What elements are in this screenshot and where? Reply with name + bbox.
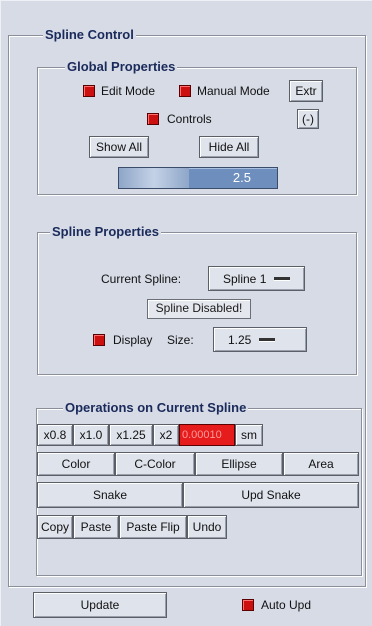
show-all-button[interactable]: Show All bbox=[89, 136, 149, 158]
dropdown-indicator-icon bbox=[259, 338, 276, 341]
paste-button[interactable]: Paste bbox=[73, 515, 119, 539]
area-button[interactable]: Area bbox=[283, 452, 359, 476]
extr-button[interactable]: Extr bbox=[289, 80, 323, 102]
size-value: 1.25 bbox=[228, 332, 252, 347]
operations-title: Operations on Current Spline bbox=[63, 400, 249, 416]
spline-control-panel: Spline Control Global Properties Edit Mo… bbox=[0, 0, 372, 626]
display-checkbox[interactable] bbox=[93, 334, 105, 346]
smoothing-value-field[interactable]: 0.00010 bbox=[179, 424, 235, 446]
update-button[interactable]: Update bbox=[33, 592, 167, 618]
undo-button[interactable]: Undo bbox=[187, 515, 227, 539]
color-button[interactable]: Color bbox=[37, 452, 115, 476]
c-color-button[interactable]: C-Color bbox=[115, 452, 195, 476]
hide-all-button[interactable]: Hide All bbox=[199, 136, 259, 158]
auto-upd-checkbox[interactable] bbox=[242, 599, 254, 611]
scale-x0-8-button[interactable]: x0.8 bbox=[37, 424, 73, 446]
scale-x2-button[interactable]: x2 bbox=[153, 424, 179, 446]
collapse-button[interactable]: (-) bbox=[297, 109, 319, 129]
edit-mode-checkbox[interactable] bbox=[83, 85, 95, 97]
upd-snake-button[interactable]: Upd Snake bbox=[183, 482, 359, 508]
paste-flip-button[interactable]: Paste Flip bbox=[119, 515, 187, 539]
controls-checkbox[interactable] bbox=[147, 113, 159, 125]
smooth-button[interactable]: sm bbox=[235, 424, 263, 446]
current-spline-value: Spline 1 bbox=[223, 271, 267, 286]
spline-status-label: Spline Disabled! bbox=[147, 299, 251, 319]
spline-properties-title: Spline Properties bbox=[50, 224, 161, 240]
ellipse-button[interactable]: Ellipse bbox=[195, 452, 283, 476]
slider-knob[interactable] bbox=[119, 168, 189, 188]
manual-mode-checkbox[interactable] bbox=[179, 85, 191, 97]
slider-value: 2.5 bbox=[232, 170, 251, 185]
size-label: Size: bbox=[167, 333, 194, 347]
global-size-slider[interactable]: 2.5 bbox=[118, 167, 278, 189]
current-spline-label: Current Spline: bbox=[101, 272, 182, 286]
manual-mode-label: Manual Mode bbox=[197, 84, 270, 98]
global-properties-title: Global Properties bbox=[65, 59, 178, 75]
spline-control-title: Spline Control bbox=[43, 27, 136, 43]
size-menu[interactable]: 1.25 bbox=[213, 327, 307, 352]
scale-x1-0-button[interactable]: x1.0 bbox=[73, 424, 109, 446]
edit-mode-label: Edit Mode bbox=[101, 84, 156, 98]
snake-button[interactable]: Snake bbox=[37, 482, 183, 508]
scale-x1-25-button[interactable]: x1.25 bbox=[109, 424, 153, 446]
controls-label: Controls bbox=[167, 112, 212, 126]
auto-upd-label: Auto Upd bbox=[261, 598, 312, 612]
dropdown-indicator-icon bbox=[274, 277, 291, 280]
current-spline-menu[interactable]: Spline 1 bbox=[208, 266, 305, 291]
display-label: Display bbox=[113, 333, 153, 347]
copy-button[interactable]: Copy bbox=[37, 515, 73, 539]
